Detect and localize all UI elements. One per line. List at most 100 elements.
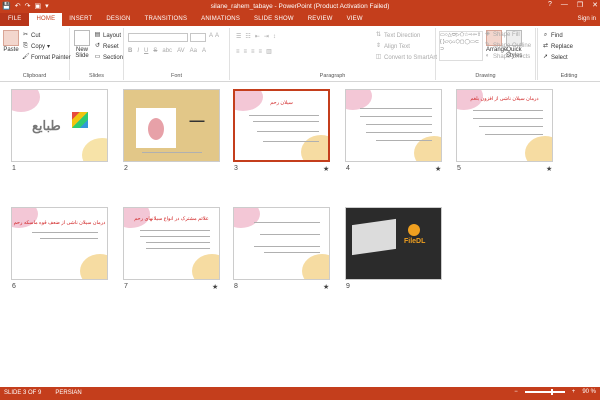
slide-number: 1 [12,165,16,172]
convert-smartart-button[interactable]: ◫ Convert to SmartArt [375,54,437,61]
zoom-slider-thumb[interactable] [550,389,553,395]
text-line [260,234,320,235]
slide-title-text: درمان سیلان ناشی از افزون بلغم [470,96,539,102]
find-button[interactable]: ⌕ Find [542,32,563,39]
slide-thumbnail-1[interactable]: طبایع [11,89,108,162]
slide-thumbnail-8[interactable] [233,207,330,280]
slide-logo-text: طبایع [32,118,61,133]
effects-icon: ◐ [485,53,490,59]
pen-icon: ✎ [484,42,491,48]
font-name-box[interactable] [128,33,188,42]
slide-thumbnail-6[interactable]: درمان سیلان ناشی از ضعف قوه ماسکه رحم [11,207,108,280]
align-left-icon[interactable]: ≡ [236,49,240,55]
paste-button[interactable]: Paste [3,30,19,53]
tab-design[interactable]: DESIGN [99,13,137,26]
copy-button[interactable]: ⎘ Copy ▾ [22,43,50,50]
char-spacing-button[interactable]: AV [177,48,185,54]
font-color-button[interactable]: A [202,48,206,54]
shape-fill-button[interactable]: ◈ Shape Fill [484,31,520,38]
tab-transitions[interactable]: TRANSITIONS [138,13,195,26]
slide-thumbnail-3[interactable]: سیلان رحم [233,89,330,162]
tab-insert[interactable]: INSERT [62,13,99,26]
new-slide-button[interactable]: New Slide [72,30,92,59]
slide-thumbnail-4[interactable] [345,89,442,162]
slide-thumbnail-9[interactable]: FileDL [345,207,442,280]
text-line [263,141,319,142]
decrease-indent-icon[interactable]: ⇤ [255,33,260,40]
strikethrough-button[interactable]: S [153,48,157,54]
tab-view[interactable]: VIEW [340,13,370,26]
animation-star-icon[interactable]: ★ [212,283,218,291]
tab-slide-show[interactable]: SLIDE SHOW [247,13,301,26]
tab-review[interactable]: REVIEW [301,13,340,26]
align-right-icon[interactable]: ≡ [251,49,255,55]
uterus-diagram [148,118,164,140]
flower-decoration [234,208,260,228]
shapes-gallery[interactable]: ▭○△⬭▷⬠☆⇨⇦⇧{ }▱◇⌂⬡▢◯▭⊂⊃ [439,31,483,61]
replace-button[interactable]: ⇄ Replace [542,43,573,50]
tab-file[interactable]: FILE [0,13,30,26]
shape-effects-button[interactable]: ◐ Shape Effects [484,53,531,60]
change-case-button[interactable]: Aa [190,48,197,54]
zoom-in-button[interactable]: + [572,389,576,395]
italic-button[interactable]: I [137,48,139,54]
animation-star-icon[interactable]: ★ [323,165,329,173]
minimize-button[interactable]: — [561,1,568,9]
zoom-slider[interactable] [524,389,565,395]
restore-button[interactable]: ❐ [577,1,583,9]
tab-home[interactable]: HOME [29,13,63,26]
new-slide-icon [74,30,90,46]
zoom-level[interactable]: 90 % [582,389,596,395]
text-line [479,126,543,127]
text-direction-button[interactable]: ⇅ Text Direction [375,32,420,39]
layout-button[interactable]: ▤ Layout [94,32,121,39]
text-line [140,230,210,231]
section-button[interactable]: ▭ Section [94,54,123,61]
animation-star-icon[interactable]: ★ [323,283,329,291]
align-center-icon[interactable]: ≡ [244,49,248,55]
close-button[interactable]: ✕ [592,1,598,9]
cursor-icon: ➚ [542,54,549,60]
increase-indent-icon[interactable]: ⇥ [264,33,269,40]
text-direction-icon: ⇅ [375,32,382,38]
slide-title-text: سیلان رحم [270,100,293,106]
font-size-box[interactable] [190,33,206,42]
paragraph-label: Paragraph [319,73,346,79]
tab-animations[interactable]: ANIMATIONS [194,13,247,26]
bold-button[interactable]: B [128,48,132,54]
shape-outline-button[interactable]: ✎ Shape Outline [484,42,531,49]
shadow-button[interactable]: abc [162,48,172,54]
align-text-button[interactable]: ⇕ Align Text [375,43,410,50]
underline-button[interactable]: U [144,48,148,54]
text-line [140,236,210,237]
columns-icon[interactable]: ▥ [266,48,272,55]
cut-button[interactable]: ✂ Cut [22,32,40,39]
slide-thumbnail-7[interactable]: علائم مشترک در انواع سیلانهای رحم [123,207,220,280]
slide-number: 3 [234,165,238,172]
select-button[interactable]: ➚ Select [542,54,568,61]
language-indicator[interactable]: PERSIAN [55,390,81,396]
zoom-out-button[interactable]: − [514,389,518,395]
slide-thumbnail-5[interactable]: درمان سیلان ناشی از افزون بلغم [456,89,553,162]
shrink-font-icon[interactable]: A [215,33,219,39]
window-controls: ? — ❐ ✕ [548,1,598,9]
slide-title-text: درمان سیلان ناشی از ضعف قوه ماسکه رحم [13,220,106,226]
numbering-icon[interactable]: ☷ [245,33,250,40]
grow-font-icon[interactable]: A [209,33,213,39]
animation-star-icon[interactable]: ★ [435,165,441,173]
sign-in-link[interactable]: Sign in [578,16,596,22]
editing-label: Editing [560,73,578,79]
slide-number: 7 [124,283,128,290]
slide-thumbnail-2[interactable]: ▬▬▬ [123,89,220,162]
animation-star-icon[interactable]: ★ [546,165,552,173]
bullets-icon[interactable]: ☰ [236,33,241,40]
font-label: Font [170,73,182,79]
flower-decoration [12,90,40,112]
line-spacing-icon[interactable]: ↕ [273,34,276,40]
format-painter-button[interactable]: 🖌 Format Painter [22,54,71,61]
paragraph-group: ☰ ☷ ⇤ ⇥ ↕ ≡ ≡ ≡ ≡ ▥ ⇅ Text Direction ⇕ Align Text … [230,28,437,80]
help-button[interactable]: ? [548,1,552,9]
slides-group: New Slide ▤ Layout ↺ Reset ▭ Section Slides [70,28,124,80]
justify-icon[interactable]: ≡ [259,49,263,55]
reset-button[interactable]: ↺ Reset [94,43,119,50]
